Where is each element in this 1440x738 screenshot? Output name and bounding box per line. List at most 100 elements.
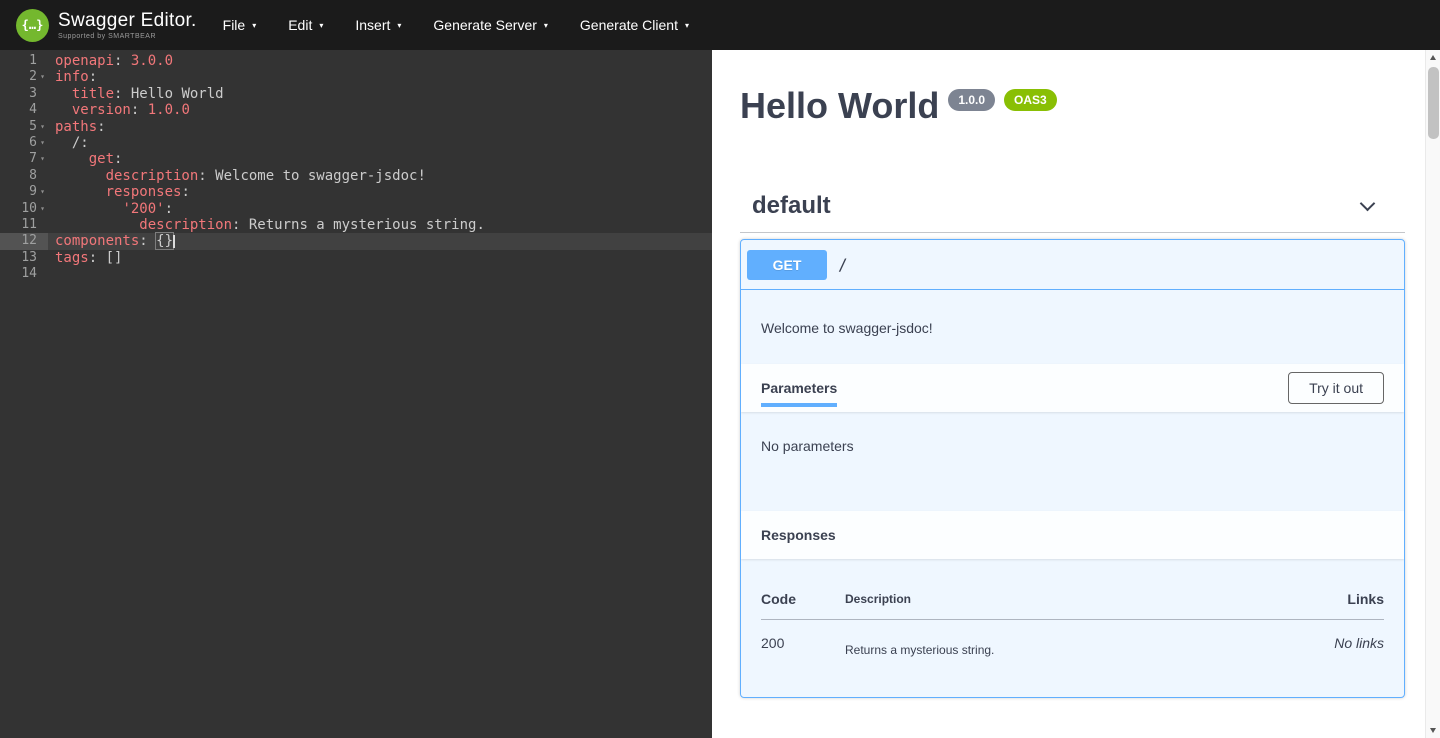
menu-label: Generate Client [580,17,678,33]
method-badge-get[interactable]: GET [747,250,827,280]
code-line-4[interactable]: version: 1.0.0 [55,102,712,118]
token-key: get [89,151,114,167]
gutter-line-10[interactable]: 10▾ [0,201,48,217]
line-number: 8 [29,168,37,184]
fold-icon[interactable]: ▾ [37,151,48,167]
fold-icon[interactable]: ▾ [37,184,48,200]
menu-label: Edit [288,17,312,33]
menu-generate-client[interactable]: Generate Client▾ [564,0,705,50]
token-num: 1.0.0 [148,102,190,118]
caret-down-icon: ▾ [319,21,323,30]
token-key: info [55,69,89,85]
scroll-thumb[interactable] [1428,67,1439,139]
chevron-down-icon[interactable] [1360,196,1376,212]
token-txt: : [139,233,156,249]
menu-generate-server[interactable]: Generate Server▾ [417,0,564,50]
fold-icon[interactable]: ▾ [37,119,48,135]
token-key: description [106,168,199,184]
app-title: Swagger Editor. [58,11,197,30]
gutter-line-2[interactable]: 2▾ [0,69,48,85]
code-line-13[interactable]: tags: [] [55,250,712,266]
main-area: 12▾345▾6▾7▾89▾10▾11121314 openapi: 3.0.0… [0,50,1440,738]
gutter-line-9[interactable]: 9▾ [0,184,48,200]
oas3-badge: OAS3 [1004,89,1057,111]
responses-header: Responses [741,511,1404,559]
tag-name: default [752,192,831,220]
swagger-logo: {…} Swagger Editor. Supported by SMARTBE… [16,9,197,42]
token-txt [55,102,72,118]
menu-label: File [223,17,246,33]
gutter-line-6[interactable]: 6▾ [0,135,48,151]
menu-file[interactable]: File▾ [207,0,273,50]
gutter-line-11[interactable]: 11 [0,217,48,233]
gutter-line-1[interactable]: 1 [0,53,48,69]
token-txt: : [97,119,105,135]
menu-insert[interactable]: Insert▾ [339,0,417,50]
topbar: {…} Swagger Editor. Supported by SMARTBE… [0,0,1440,50]
fold-icon[interactable]: ▾ [37,135,48,151]
editor-code[interactable]: openapi: 3.0.0info: title: Hello World v… [48,53,712,738]
column-header-links: Links [1254,591,1384,620]
fold-icon[interactable]: ▾ [37,201,48,217]
token-txt [55,201,122,217]
gutter-line-4[interactable]: 4 [0,102,48,118]
code-line-7[interactable]: get: [55,151,712,167]
yaml-editor[interactable]: 12▾345▾6▾7▾89▾10▾11121314 openapi: 3.0.0… [0,50,712,738]
token-key: tags [55,250,89,266]
responses-table: Code Description Links 200Returns a myst… [761,591,1384,657]
line-number: 13 [21,250,37,266]
token-txt: : Welcome to swagger-jsdoc! [198,168,426,184]
code-line-1[interactable]: openapi: 3.0.0 [55,53,712,69]
gutter-line-3[interactable]: 3 [0,86,48,102]
code-line-10[interactable]: '200': [55,201,712,217]
topbar-menus: File▾Edit▾Insert▾Generate Server▾Generat… [207,0,705,50]
text-cursor [173,235,175,248]
line-number: 6 [29,135,37,151]
code-line-9[interactable]: responses: [55,184,712,200]
column-header-description: Description [845,591,1254,620]
line-number: 2 [29,69,37,85]
tag-section-default[interactable]: default [740,192,1405,233]
code-line-8[interactable]: description: Welcome to swagger-jsdoc! [55,168,712,184]
logo-text: Swagger Editor. Supported by SMARTBEAR [58,11,197,40]
api-title: Hello World [740,86,939,126]
line-number: 10 [21,201,37,217]
token-txt [55,168,106,184]
swagger-editor-app: {…} Swagger Editor. Supported by SMARTBE… [0,0,1440,738]
gutter-line-13[interactable]: 13 [0,250,48,266]
gutter-line-7[interactable]: 7▾ [0,151,48,167]
code-line-2[interactable]: info: [55,69,712,85]
token-txt: : [114,151,122,167]
caret-down-icon: ▾ [544,21,548,30]
try-it-out-button[interactable]: Try it out [1288,372,1384,404]
scroll-down-button[interactable] [1426,723,1440,738]
menu-edit[interactable]: Edit ▾ [272,0,339,50]
arrow-down-icon [1430,728,1436,733]
opblock-get: GET / Welcome to swagger-jsdoc! Paramete… [740,239,1405,698]
token-key: openapi [55,53,114,69]
token-key: paths [55,119,97,135]
editor-gutter: 12▾345▾6▾7▾89▾10▾11121314 [0,53,48,738]
arrow-up-icon [1430,55,1436,60]
operation-summary[interactable]: GET / [741,240,1404,290]
token-txt [55,86,72,102]
gutter-line-14[interactable]: 14 [0,266,48,282]
code-line-5[interactable]: paths: [55,119,712,135]
code-line-12[interactable]: components: {} [48,233,712,249]
fold-icon[interactable]: ▾ [37,69,48,85]
code-line-6[interactable]: /: [55,135,712,151]
code-line-11[interactable]: description: Returns a mysterious string… [55,217,712,233]
scrollbar[interactable] [1425,50,1440,738]
code-line-3[interactable]: title: Hello World [55,86,712,102]
gutter-line-8[interactable]: 8 [0,168,48,184]
token-box: {} [156,233,173,249]
code-line-14[interactable] [55,266,712,282]
tab-parameters[interactable]: Parameters [761,380,837,396]
response-links: No links [1254,620,1384,658]
parameters-header: Parameters Try it out [741,364,1404,412]
gutter-line-12[interactable]: 12 [0,233,48,249]
operation-path: / [838,255,848,274]
scroll-up-button[interactable] [1426,50,1440,65]
gutter-line-5[interactable]: 5▾ [0,119,48,135]
token-txt [55,217,139,233]
